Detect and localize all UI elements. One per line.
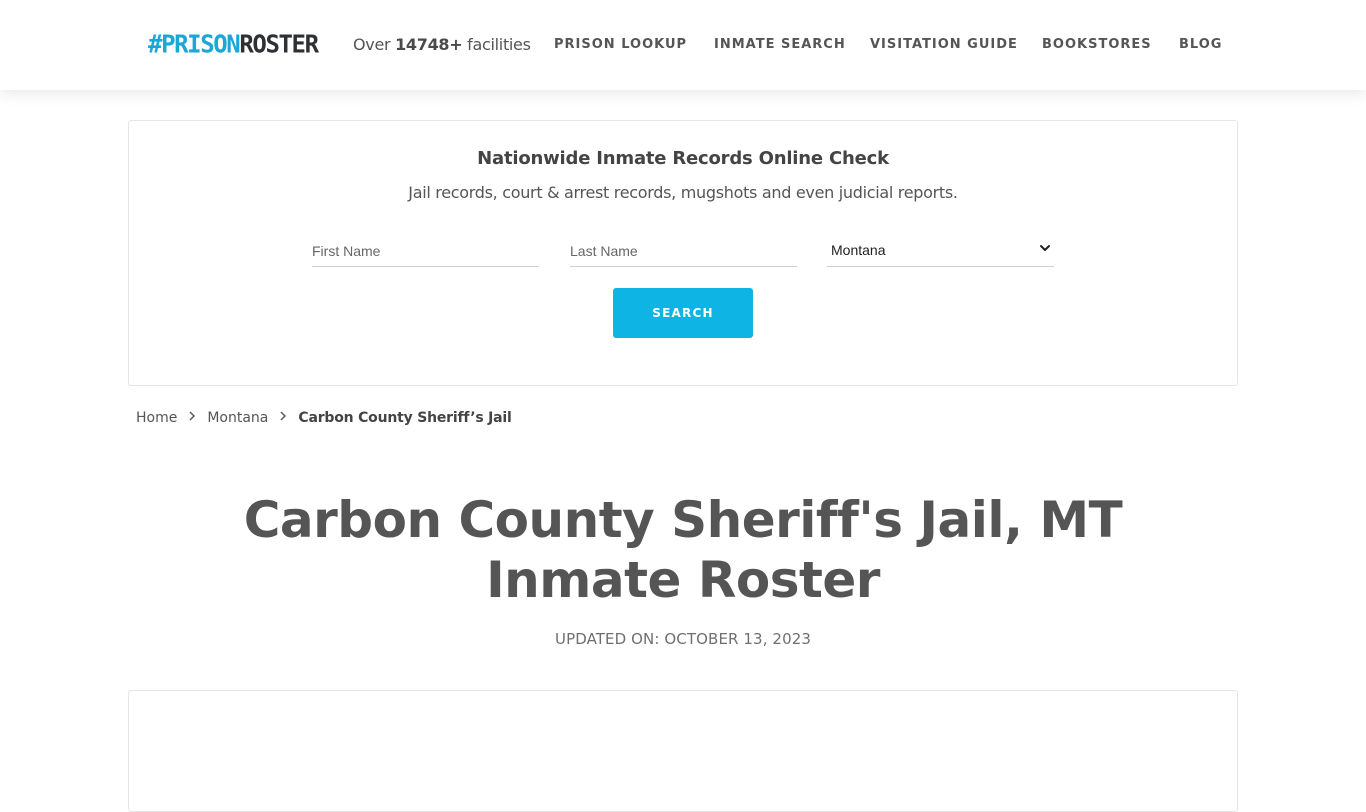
- nav-blog[interactable]: BLOG: [1179, 37, 1222, 53]
- logo-roster-text: ROSTER: [239, 29, 319, 59]
- chevron-right-icon: [268, 409, 298, 427]
- nav-prison-lookup[interactable]: PRISON LOOKUP: [554, 37, 687, 53]
- search-card-subtitle: Jail records, court & arrest records, mu…: [408, 183, 958, 202]
- nav-visitation-guide[interactable]: VISITATION GUIDE: [870, 37, 1018, 53]
- facilities-count-text: Over 14748+ facilities: [353, 35, 531, 55]
- page-title-line1: Carbon County Sheriff's Jail, MT: [243, 491, 1123, 549]
- first-name-field-wrap: [312, 238, 539, 267]
- chevron-down-icon: [1040, 245, 1050, 251]
- facilities-count: 14748+: [395, 35, 463, 54]
- facilities-suffix: facilities: [467, 35, 531, 54]
- inmate-search-card: Nationwide Inmate Records Online Check J…: [128, 120, 1238, 386]
- nav-inmate-search[interactable]: INMATE SEARCH: [714, 37, 846, 53]
- breadcrumb-current: Carbon County Sheriff’s Jail: [298, 410, 512, 426]
- logo-prison-text: PRISON: [161, 29, 241, 59]
- content-card: [128, 690, 1238, 812]
- nav-bookstores[interactable]: BOOKSTORES: [1042, 37, 1152, 53]
- logo-hash: #: [148, 29, 162, 59]
- last-name-input[interactable]: [570, 238, 797, 264]
- prisonroster-logo[interactable]: #PRISONROSTER: [148, 28, 319, 60]
- breadcrumb: Home Montana Carbon County Sheriff’s Jail: [136, 409, 512, 427]
- state-select-value: Montana: [831, 242, 886, 258]
- top-navigation-bar: #PRISONROSTER Over 14748+ facilities PRI…: [0, 0, 1366, 90]
- facilities-prefix: Over: [353, 35, 391, 54]
- page-title: Carbon County Sheriff's Jail, MT Inmate …: [180, 490, 1186, 610]
- last-name-field-wrap: [570, 238, 797, 267]
- first-name-input[interactable]: [312, 238, 539, 264]
- page-title-line2: Inmate Roster: [486, 551, 880, 609]
- search-button[interactable]: SEARCH: [613, 288, 753, 338]
- search-card-title: Nationwide Inmate Records Online Check: [477, 148, 889, 169]
- breadcrumb-state[interactable]: Montana: [207, 410, 268, 426]
- breadcrumb-home[interactable]: Home: [136, 410, 177, 426]
- updated-date: UPDATED ON: OCTOBER 13, 2023: [554, 630, 812, 648]
- state-select[interactable]: Montana: [827, 238, 1054, 267]
- chevron-right-icon: [177, 409, 207, 427]
